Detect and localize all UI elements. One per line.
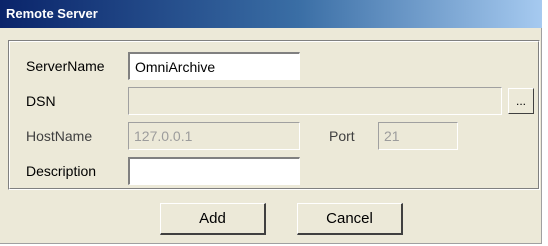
port-input[interactable]: 21 (378, 122, 458, 150)
server-name-input[interactable]: OmniArchive (128, 52, 300, 80)
dsn-input[interactable] (128, 87, 502, 115)
server-name-label: ServerName (26, 58, 105, 74)
title-bar[interactable]: Remote Server (0, 0, 542, 28)
add-button[interactable]: Add (160, 203, 266, 235)
dsn-browse-button[interactable]: ... (508, 88, 534, 114)
host-name-input[interactable]: 127.0.0.1 (128, 122, 300, 150)
host-name-label: HostName (26, 128, 93, 144)
cancel-button[interactable]: Cancel (297, 203, 403, 235)
remote-server-dialog: Remote Server ServerName OmniArchive DSN… (0, 0, 542, 244)
description-input[interactable] (128, 157, 300, 185)
port-label: Port (329, 128, 355, 144)
dsn-label: DSN (26, 93, 56, 109)
description-label: Description (26, 163, 97, 179)
window-title: Remote Server (6, 6, 98, 21)
